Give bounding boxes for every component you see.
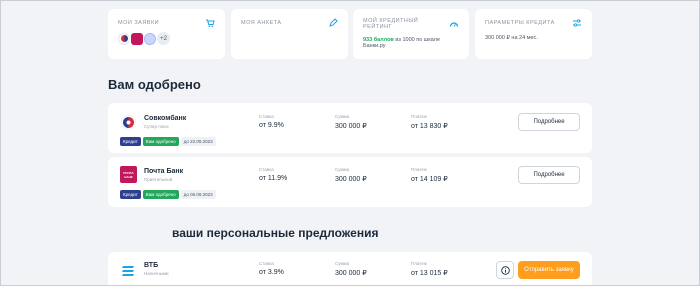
rating-text: 933 баллов из 1000 по шкале Банки.ру — [363, 37, 459, 49]
details-button[interactable]: Подробнее — [518, 166, 580, 184]
credit-params-card[interactable]: ПАРАМЕТРЫ КРЕДИТА 300 000 ₽ на 24 мес. — [475, 9, 592, 59]
payment-label: Платеж — [411, 167, 427, 172]
payment-value: от 13 830 ₽ — [411, 123, 448, 130]
bank-name[interactable]: ВТБ — [144, 262, 158, 269]
offer-card: ВТБ Наличными Ставка от 3.9% Сумма 300 0… — [108, 252, 592, 286]
bank-name[interactable]: Совкомбанк — [144, 115, 186, 122]
sovcombank-logo — [121, 115, 136, 130]
sum-value: 300 000 ₽ — [335, 270, 367, 277]
more-count: +2 — [157, 32, 170, 45]
rate-value: от 11.9% — [259, 175, 288, 182]
info-button[interactable] — [496, 261, 514, 279]
tag-credit: Кредит — [120, 190, 141, 199]
section-title-approved: Вам одобрено — [108, 77, 201, 92]
tag-approved: Вам одобрено — [142, 190, 179, 199]
payment-label: Платеж — [411, 261, 427, 266]
offer-card: ПОЧТА БАНК Почта Банк Приятельный Кредит… — [108, 157, 592, 207]
send-application-button[interactable]: Отправить заявку — [518, 261, 580, 279]
rate-value: от 3.9% — [259, 269, 284, 276]
tag-valid-until: до 22.09.2023 — [180, 137, 216, 146]
pochta-bank-logo: ПОЧТА БАНК — [120, 166, 137, 183]
bank-product: Наличными — [144, 271, 169, 276]
cart-icon[interactable] — [205, 18, 215, 28]
rate-label: Ставка — [259, 261, 274, 266]
info-icon — [500, 265, 510, 275]
sum-value: 300 000 ₽ — [335, 176, 367, 183]
my-applications-card[interactable]: МОИ ЗАЯВКИ +2 — [108, 9, 225, 59]
details-button[interactable]: Подробнее — [518, 113, 580, 131]
sum-label: Сумма — [335, 114, 350, 119]
tag-valid-until: до 06.09.2023 — [180, 190, 216, 199]
pencil-icon[interactable] — [328, 18, 338, 28]
credit-rating-card[interactable]: МОЙ КРЕДИТНЫЙ РЕЙТИНГ 933 баллов из 1000… — [353, 9, 469, 59]
bank-logo — [144, 32, 156, 45]
sum-label: Сумма — [335, 261, 350, 266]
rate-label: Ставка — [259, 167, 274, 172]
payment-value: от 13 015 ₽ — [411, 270, 448, 277]
bank-product: Приятельный — [144, 177, 173, 182]
pochta-bank-logo — [131, 32, 143, 45]
rate-value: от 9.9% — [259, 122, 284, 129]
card-title: МОИ ЗАЯВКИ — [118, 20, 160, 26]
section-title-personal: ваши персональные предложения — [172, 226, 379, 240]
bank-name[interactable]: Почта Банк — [144, 168, 183, 175]
credit-params-text: 300 000 ₽ на 24 мес. — [485, 35, 538, 41]
my-profile-card[interactable]: МОЯ АНКЕТА — [231, 9, 348, 59]
rate-label: Ставка — [259, 114, 274, 119]
offer-card: Совкомбанк Супер плюс Кредит Вам одобрен… — [108, 103, 592, 153]
payment-value: от 14 109 ₽ — [411, 176, 448, 183]
card-title: ПАРАМЕТРЫ КРЕДИТА — [485, 20, 555, 26]
vtb-logo — [122, 266, 134, 276]
card-title: МОЯ АНКЕТА — [241, 20, 282, 26]
sovcombank-logo — [118, 32, 130, 45]
tag-credit: Кредит — [120, 137, 141, 146]
sum-label: Сумма — [335, 167, 350, 172]
card-title: МОЙ КРЕДИТНЫЙ РЕЙТИНГ — [363, 18, 419, 30]
sum-value: 300 000 ₽ — [335, 123, 367, 130]
logo-text: ПОЧТА БАНК — [123, 170, 134, 179]
sliders-icon[interactable] — [572, 18, 582, 28]
tag-approved: Вам одобрено — [142, 137, 179, 146]
bank-product: Супер плюс — [144, 124, 169, 129]
gauge-icon — [449, 22, 459, 27]
payment-label: Платеж — [411, 114, 427, 119]
